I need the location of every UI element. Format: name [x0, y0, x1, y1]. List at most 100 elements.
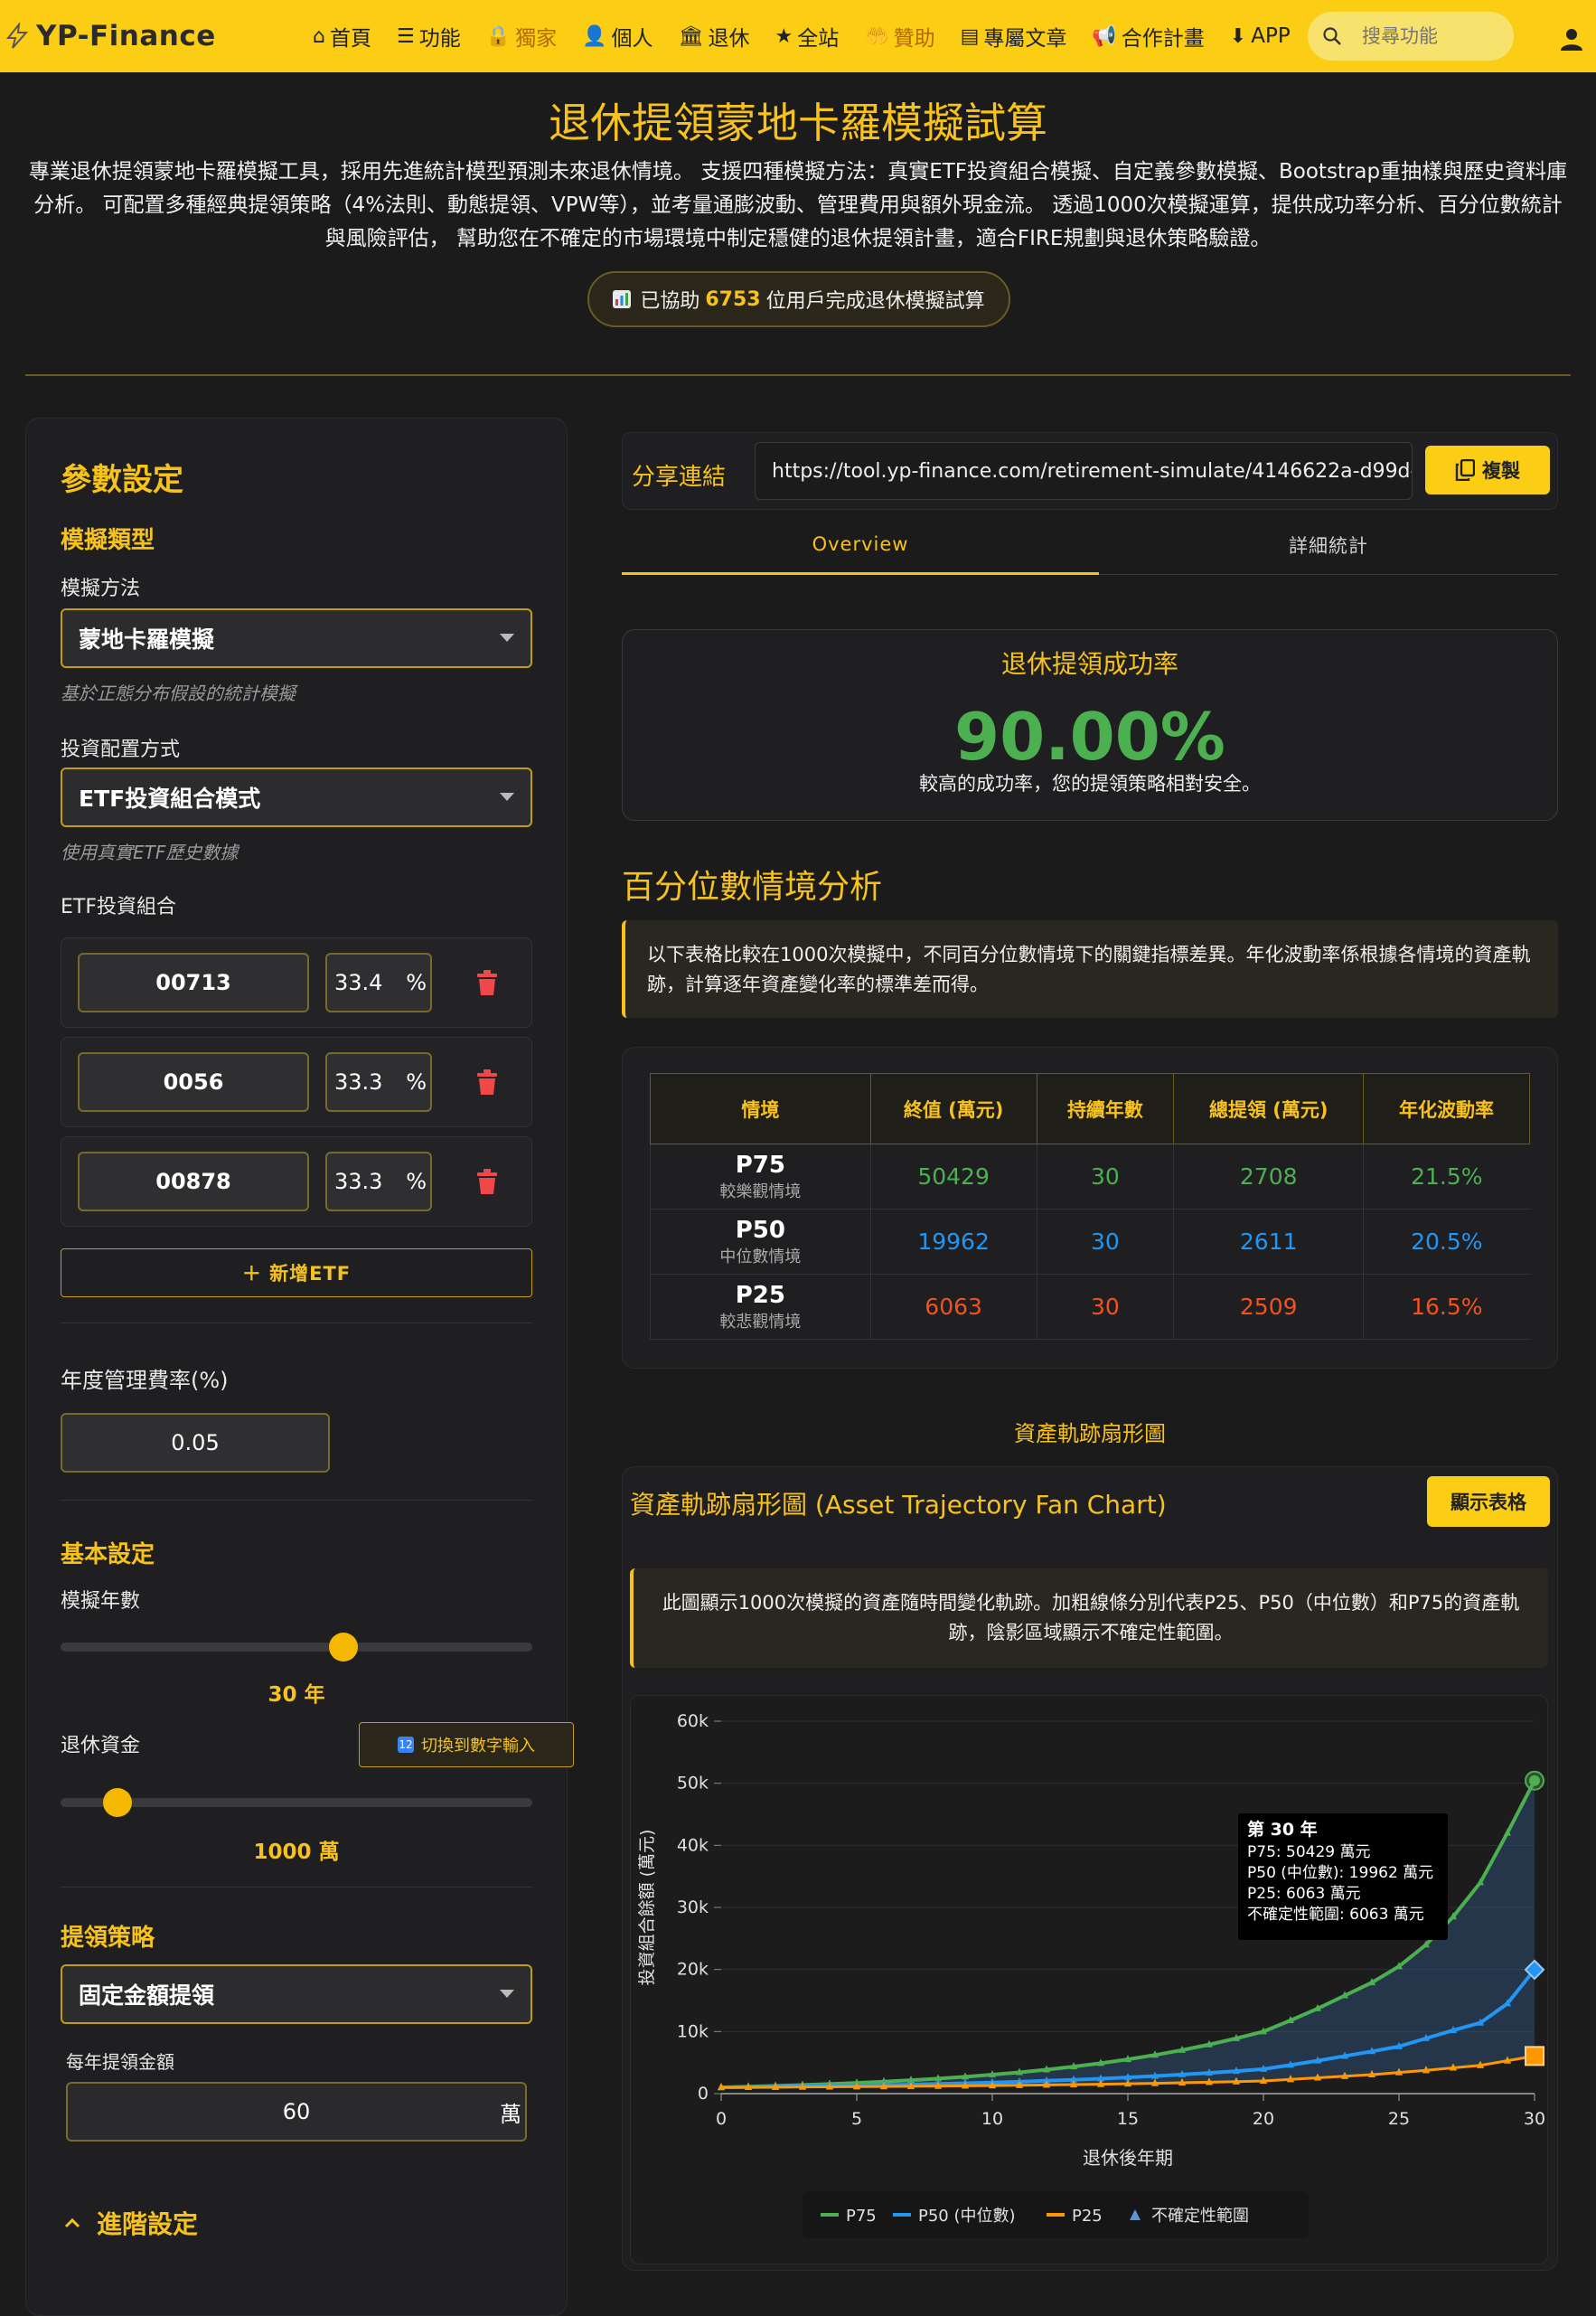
y-tick-label: 50k — [677, 1774, 709, 1793]
cell-final: 6063 — [869, 1274, 1037, 1340]
badge-count: 6753 — [705, 287, 761, 311]
etf-percent-value: 33.3 — [334, 1169, 383, 1194]
chevron-down-icon — [500, 634, 514, 642]
alloc-label: 投資配置方式 — [61, 739, 181, 761]
nav-item-list[interactable]: ☰ 功能 — [397, 21, 461, 52]
scenario-sub: 較悲觀情境 — [719, 1312, 802, 1332]
percent-sign: % — [406, 1169, 427, 1194]
cell-final: 19962 — [869, 1209, 1037, 1275]
fan-chart-info: 此圖顯示1000次模擬的資產隨時間變化軌跡。加粗線條分別代表P25、P50（中位… — [630, 1568, 1548, 1668]
nav-item-lock[interactable]: 🔒 獨家 — [486, 21, 557, 52]
withdraw-label: 每年提領金額 — [66, 2051, 174, 2073]
chevron-down-icon — [500, 1990, 514, 1998]
legend-label: P25 — [1072, 2207, 1103, 2226]
etf-percent-value: 33.3 — [334, 1069, 383, 1095]
x-tick-label: 30 — [1524, 2109, 1545, 2129]
tooltip-line: P25: 6063 萬元 — [1247, 1885, 1361, 1903]
x-tick-label: 10 — [981, 2109, 1003, 2129]
capital-value: 1000 萬 — [253, 1841, 340, 1864]
switch-to-number-input-button[interactable]: 12 切換到數字輸入 — [359, 1722, 574, 1767]
trash-icon[interactable] — [475, 1069, 499, 1096]
method-select[interactable]: 蒙地卡羅模擬 — [61, 608, 532, 668]
capital-slider[interactable] — [61, 1788, 532, 1817]
nav-item-download[interactable]: ⬇ APP — [1230, 24, 1291, 48]
nav-item-star[interactable]: ★ 全站 — [775, 21, 839, 52]
nav-item-person[interactable]: 👤 個人 — [582, 21, 652, 52]
nav-label: APP — [1251, 24, 1291, 48]
trash-icon[interactable] — [475, 1168, 499, 1195]
divider — [61, 1887, 532, 1888]
nav-item-bank[interactable]: 🏛 退休 — [679, 21, 750, 52]
copy-button[interactable]: 複製 — [1425, 446, 1550, 494]
scenario-cell: P50 中位數情境 — [650, 1209, 871, 1275]
cell-vol: 20.5% — [1363, 1209, 1530, 1275]
etf-percent-input[interactable]: 33.4% — [325, 953, 432, 1012]
etf-code-input[interactable]: 00878 — [78, 1152, 309, 1211]
nav-item-home[interactable]: ⌂ 首頁 — [313, 21, 371, 52]
trash-icon[interactable] — [475, 969, 499, 996]
etf-percent-input[interactable]: 33.3% — [325, 1052, 432, 1112]
search-input[interactable] — [1362, 25, 1497, 47]
y-tick-label: 40k — [677, 1835, 709, 1855]
tab-detail-stats[interactable]: 詳細統計 — [1099, 515, 1558, 575]
nav-item-megaphone[interactable]: 📢 合作計畫 — [1092, 21, 1204, 52]
fan-chart-caption: 資產軌跡扇形圖 — [1014, 1421, 1166, 1446]
etf-percent-value: 33.4 — [334, 970, 383, 995]
show-table-button[interactable]: 顯示表格 — [1427, 1476, 1550, 1527]
withdraw-input[interactable]: 60 萬 — [66, 2082, 527, 2142]
legend-label: P75 — [846, 2207, 877, 2226]
cell-total: 2611 — [1173, 1209, 1364, 1275]
x-tick-label: 20 — [1253, 2109, 1274, 2129]
y-tick-label: 20k — [677, 1960, 709, 1980]
column-header: 情境 — [650, 1073, 871, 1144]
nav-label: 退休 — [708, 27, 750, 51]
user-account-icon[interactable] — [1558, 25, 1585, 52]
column-header: 持續年數 — [1036, 1073, 1175, 1144]
tab-overview[interactable]: Overview — [622, 515, 1099, 575]
advanced-toggle[interactable]: 進階設定 — [64, 2205, 198, 2241]
years-slider[interactable] — [61, 1633, 532, 1662]
etf-code-input[interactable]: 00713 — [78, 953, 309, 1012]
cell-years: 30 — [1036, 1209, 1174, 1275]
percent-sign: % — [406, 1069, 427, 1095]
nav-label: 個人 — [611, 27, 653, 51]
fee-input[interactable]: 0.05 — [61, 1413, 330, 1473]
share-url-field[interactable]: https://tool.yp-finance.com/retirement-s… — [755, 442, 1413, 500]
x-tick-label: 25 — [1388, 2109, 1410, 2129]
success-title: 退休提領成功率 — [1000, 649, 1178, 679]
users-count-badge: 已協助 6753 位用戶完成退休模擬試算 — [587, 271, 1010, 327]
withdraw-unit: 萬 — [500, 2101, 521, 2127]
years-slider-thumb[interactable] — [329, 1633, 359, 1662]
cell-total: 2509 — [1173, 1274, 1364, 1340]
star-icon: ★ — [775, 24, 793, 48]
alloc-select[interactable]: ETF投資組合模式 — [61, 767, 532, 827]
add-etf-button[interactable]: ＋ 新增ETF — [61, 1248, 532, 1297]
search-icon — [1323, 27, 1341, 45]
brand-logo[interactable]: YP-Finance — [4, 20, 216, 52]
search-box[interactable] — [1308, 12, 1514, 61]
article-icon: ▤ — [960, 24, 980, 48]
scenario-sub: 較樂觀情境 — [719, 1182, 802, 1201]
cell-vol: 16.5% — [1363, 1274, 1530, 1340]
p25-end-marker — [1525, 2046, 1544, 2067]
x-axis-label: 退休後年期 — [1083, 2147, 1173, 2169]
share-link-box: 分享連結 https://tool.yp-finance.com/retirem… — [622, 432, 1558, 510]
strategy-select[interactable]: 固定金額提領 — [61, 1964, 532, 2024]
download-icon: ⬇ — [1229, 24, 1247, 48]
cell-final: 50429 — [869, 1144, 1037, 1210]
etf-percent-input[interactable]: 33.3% — [325, 1152, 432, 1211]
cell-years: 30 — [1036, 1274, 1174, 1340]
nav-item-hand-coin[interactable]: 🤲 贊助 — [864, 21, 934, 52]
copy-icon — [1455, 459, 1475, 481]
capital-slider-thumb[interactable] — [102, 1788, 132, 1817]
legend-label: P50 (中位數) — [918, 2207, 1016, 2226]
nav-label: 功能 — [418, 27, 461, 51]
percent-sign: % — [406, 970, 427, 995]
lock-icon: 🔒 — [485, 24, 512, 48]
scenario-sub: 中位數情境 — [719, 1247, 802, 1266]
method-hint: 基於正態分布假設的統計模擬 — [61, 683, 296, 704]
etf-row: 0056 33.3% — [61, 1037, 532, 1127]
nav-item-article[interactable]: ▤ 專屬文章 — [961, 21, 1067, 52]
etf-code-input[interactable]: 0056 — [78, 1052, 309, 1112]
nav-label: 全站 — [797, 27, 840, 51]
